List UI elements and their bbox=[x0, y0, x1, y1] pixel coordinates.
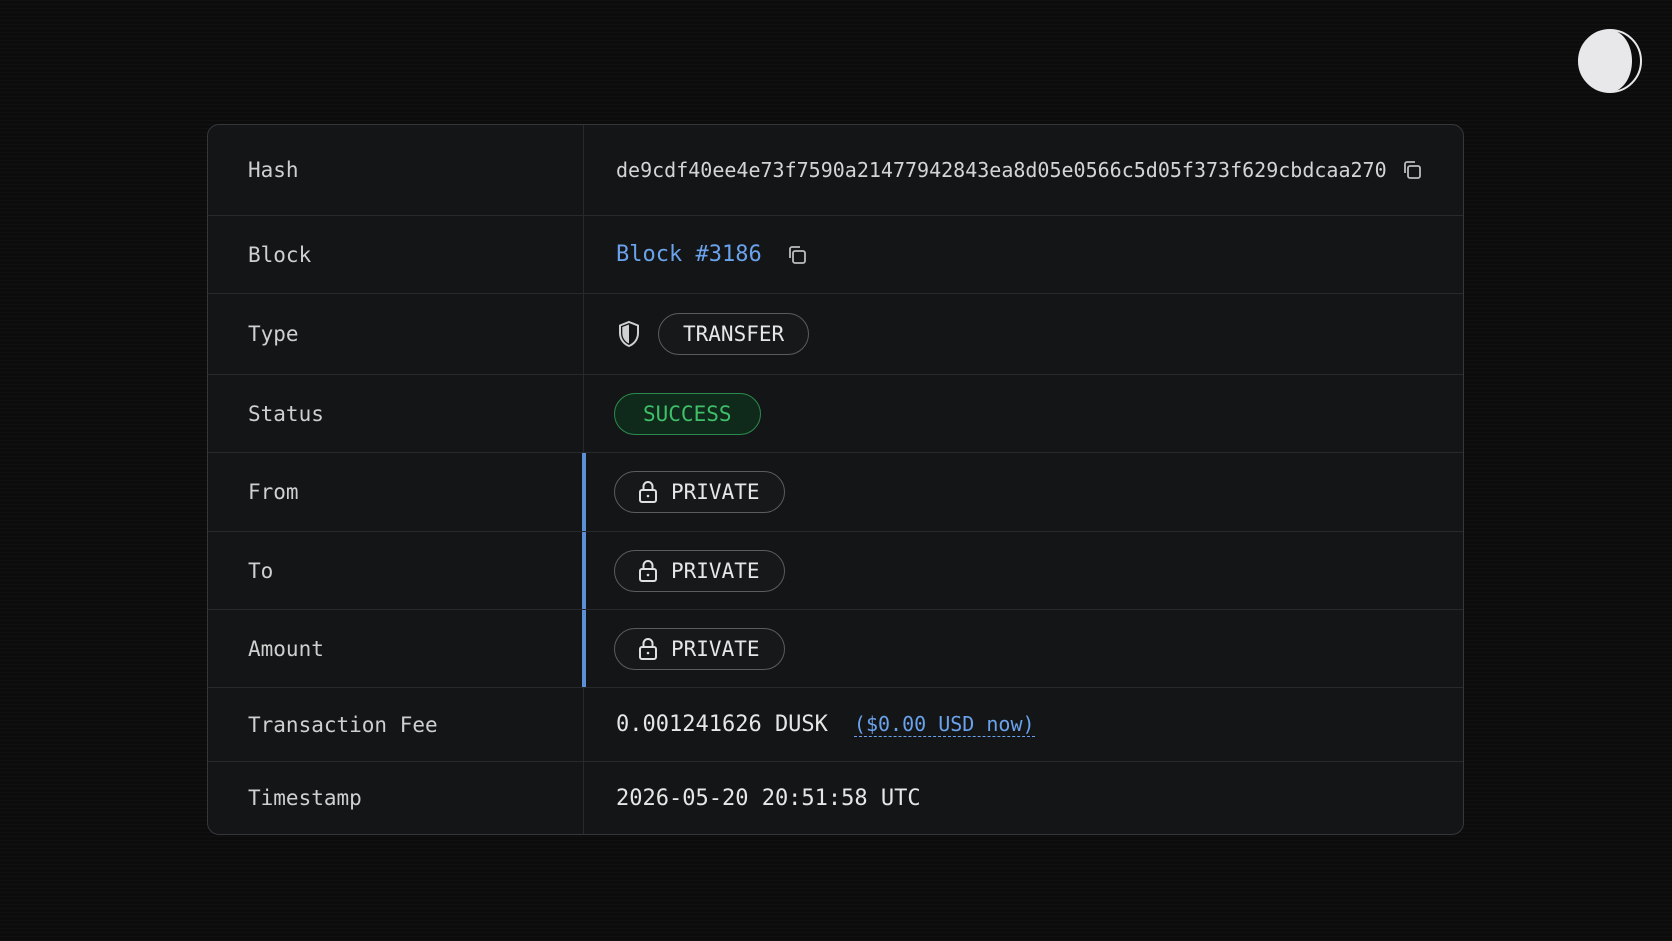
timestamp-value-cell: 2026-05-20 20:51:58 UTC bbox=[584, 762, 1463, 834]
from-value-cell: PRIVATE bbox=[582, 453, 1463, 531]
fee-row: Transaction Fee 0.001241626 DUSK ($0.00 … bbox=[208, 688, 1463, 762]
lock-icon bbox=[637, 479, 659, 505]
status-value-cell: SUCCESS bbox=[584, 375, 1463, 452]
type-label: Type bbox=[208, 294, 584, 374]
timestamp-value: 2026-05-20 20:51:58 UTC bbox=[616, 785, 921, 811]
fee-usd-link[interactable]: ($0.00 USD now) bbox=[853, 712, 1035, 737]
amount-private-text: PRIVATE bbox=[671, 636, 760, 661]
to-value-cell: PRIVATE bbox=[582, 532, 1463, 609]
theme-toggle-button[interactable] bbox=[1577, 28, 1643, 94]
hash-label: Hash bbox=[208, 125, 584, 215]
status-badge: SUCCESS bbox=[614, 392, 761, 435]
amount-private-badge: PRIVATE bbox=[614, 627, 785, 670]
hash-row: Hash de9cdf40ee4e73f7590a21477942843ea8d… bbox=[208, 125, 1463, 216]
fee-value-cell: 0.001241626 DUSK ($0.00 USD now) bbox=[584, 688, 1463, 761]
timestamp-row: Timestamp 2026-05-20 20:51:58 UTC bbox=[208, 762, 1463, 834]
copy-icon bbox=[788, 245, 806, 264]
fee-label: Transaction Fee bbox=[208, 688, 584, 761]
block-link[interactable]: Block #3186 bbox=[616, 242, 762, 267]
status-row: Status SUCCESS bbox=[208, 375, 1463, 453]
to-row: To PRIVATE bbox=[208, 532, 1463, 610]
status-label: Status bbox=[208, 375, 584, 452]
type-badge: TRANSFER bbox=[658, 313, 810, 355]
to-label: To bbox=[208, 532, 584, 609]
from-label: From bbox=[208, 453, 584, 531]
block-value-cell: Block #3186 bbox=[584, 216, 1463, 293]
amount-label: Amount bbox=[208, 610, 584, 687]
block-label: Block bbox=[208, 216, 584, 293]
type-row: Type TRANSFER bbox=[208, 294, 1463, 375]
lock-icon bbox=[637, 558, 659, 584]
amount-value-cell: PRIVATE bbox=[582, 610, 1463, 687]
half-moon-icon bbox=[1578, 29, 1642, 93]
type-value-cell: TRANSFER bbox=[584, 294, 1463, 374]
transaction-details-card: Hash de9cdf40ee4e73f7590a21477942843ea8d… bbox=[207, 124, 1464, 835]
to-private-badge: PRIVATE bbox=[614, 549, 785, 592]
amount-row: Amount PRIVATE bbox=[208, 610, 1463, 688]
copy-hash-button[interactable] bbox=[1399, 157, 1425, 183]
from-private-badge: PRIVATE bbox=[614, 471, 785, 513]
hash-value-cell: de9cdf40ee4e73f7590a21477942843ea8d05e05… bbox=[584, 125, 1463, 215]
lock-icon bbox=[637, 636, 659, 662]
block-row: Block Block #3186 bbox=[208, 216, 1463, 294]
copy-icon bbox=[1403, 161, 1421, 179]
from-row: From PRIVATE bbox=[208, 453, 1463, 532]
fee-amount: 0.001241626 DUSK bbox=[616, 712, 828, 737]
timestamp-label: Timestamp bbox=[208, 762, 584, 834]
from-private-text: PRIVATE bbox=[671, 480, 760, 504]
hash-value: de9cdf40ee4e73f7590a21477942843ea8d05e05… bbox=[616, 158, 1387, 182]
shield-icon bbox=[616, 320, 642, 348]
copy-block-button[interactable] bbox=[784, 242, 810, 268]
to-private-text: PRIVATE bbox=[671, 558, 760, 583]
